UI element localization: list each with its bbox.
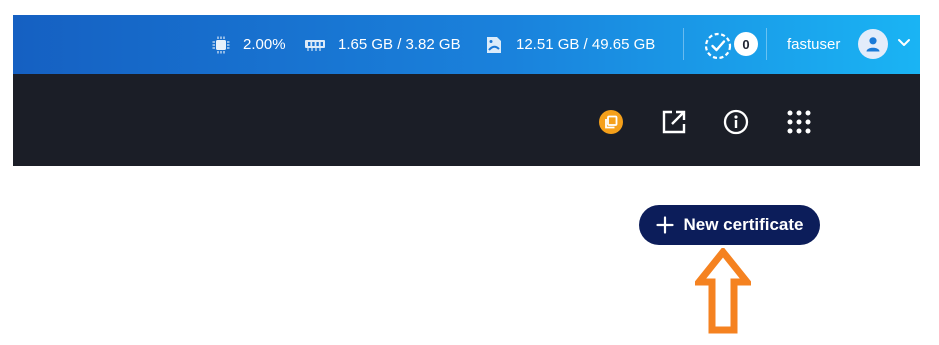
separator bbox=[766, 28, 767, 60]
info-icon bbox=[723, 109, 749, 135]
storage-usage: 12.51 GB / 49.65 GB bbox=[484, 15, 655, 74]
up-arrow-annotation bbox=[691, 246, 755, 339]
task-count-badge: 0 bbox=[734, 32, 758, 56]
cpu-icon bbox=[212, 36, 230, 53]
open-external-button[interactable] bbox=[660, 108, 688, 136]
storage-icon bbox=[487, 36, 501, 53]
new-certificate-label: New certificate bbox=[683, 215, 804, 234]
copy-badge-icon bbox=[599, 110, 623, 134]
user-menu-toggle[interactable] bbox=[896, 34, 912, 55]
apps-grid-icon bbox=[787, 110, 811, 134]
app-toolbar bbox=[13, 74, 920, 166]
cpu-usage-value: 2.00% bbox=[243, 36, 286, 53]
background-tasks-button[interactable] bbox=[703, 25, 737, 61]
storage-usage-value: 12.51 GB / 49.65 GB bbox=[516, 36, 656, 53]
user-avatar-icon bbox=[866, 37, 880, 52]
copy-badge-button[interactable] bbox=[597, 108, 625, 136]
user-avatar[interactable] bbox=[858, 29, 888, 59]
up-arrow-icon bbox=[691, 246, 755, 334]
memory-usage-value: 1.65 GB / 3.82 GB bbox=[338, 36, 461, 53]
info-button[interactable] bbox=[722, 108, 750, 136]
top-status-bar: 2.00% 1.65 GB / 3.82 GB 12.51 GB / 49.65… bbox=[13, 15, 920, 74]
memory-icon bbox=[305, 39, 325, 51]
task-check-icon bbox=[704, 32, 732, 60]
cpu-usage: 2.00% bbox=[211, 15, 286, 74]
new-certificate-button[interactable]: New certificate bbox=[639, 205, 820, 245]
open-external-icon bbox=[662, 110, 686, 134]
memory-usage: 1.65 GB / 3.82 GB bbox=[304, 15, 461, 74]
chevron-down-icon bbox=[898, 39, 910, 46]
username[interactable]: fastuser bbox=[787, 15, 840, 74]
separator bbox=[683, 28, 684, 60]
plus-icon bbox=[655, 216, 674, 234]
apps-grid-button[interactable] bbox=[785, 108, 813, 136]
